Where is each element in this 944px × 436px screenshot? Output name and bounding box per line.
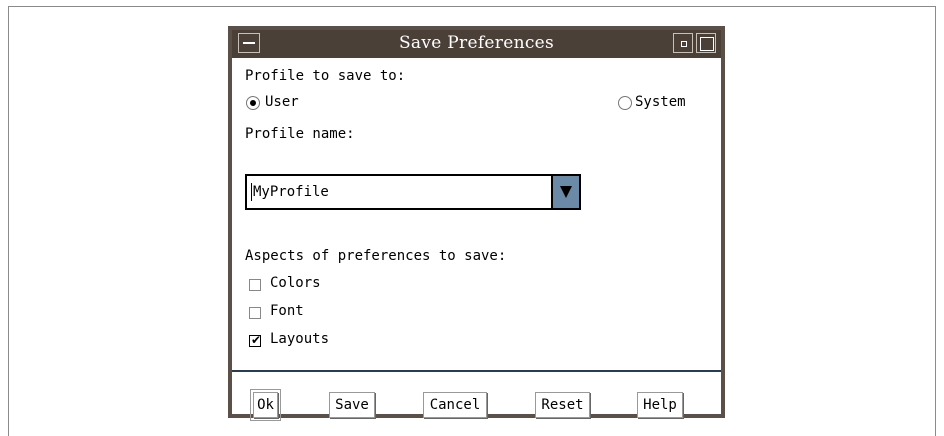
checkbox-font-box[interactable] <box>249 307 261 319</box>
checkmark-icon: ✔ <box>251 333 262 347</box>
checkbox-font-label[interactable]: Font <box>270 303 304 319</box>
profile-name-combobox[interactable]: MyProfile <box>245 174 581 210</box>
dropdown-arrow-icon[interactable] <box>551 174 581 210</box>
profile-name-input[interactable]: MyProfile <box>253 184 329 200</box>
button-separator <box>232 370 721 372</box>
radio-user-label[interactable]: User <box>265 94 299 110</box>
profile-section-heading: Profile to save to: <box>245 68 406 84</box>
maximize-icon[interactable] <box>696 33 716 53</box>
dialog-body: Profile to save to: User System Profile … <box>232 58 721 421</box>
checkbox-colors-label[interactable]: Colors <box>270 275 321 291</box>
reset-button[interactable]: Reset <box>535 392 590 418</box>
save-preferences-dialog: Save Preferences Profile to save to: Use… <box>228 26 725 421</box>
help-button[interactable]: Help <box>637 392 683 418</box>
dialog-title: Save Preferences <box>398 33 555 53</box>
ok-button[interactable]: Ok <box>250 389 281 421</box>
aspects-heading: Aspects of preferences to save: <box>245 248 507 264</box>
minimize-icon[interactable] <box>673 33 693 53</box>
cancel-button[interactable]: Cancel <box>423 392 487 418</box>
radio-user-indicator[interactable] <box>246 96 260 110</box>
radio-system-indicator[interactable] <box>618 96 632 110</box>
radio-system-label[interactable]: System <box>635 94 686 110</box>
checkbox-layouts-label[interactable]: Layouts <box>270 331 329 347</box>
text-caret <box>251 183 252 201</box>
title-bar[interactable]: Save Preferences <box>232 30 721 58</box>
checkbox-colors-box[interactable] <box>249 279 261 291</box>
profile-name-label: Profile name: <box>245 126 355 142</box>
checkbox-layouts-box[interactable]: ✔ <box>249 333 262 347</box>
save-button[interactable]: Save <box>329 392 375 418</box>
